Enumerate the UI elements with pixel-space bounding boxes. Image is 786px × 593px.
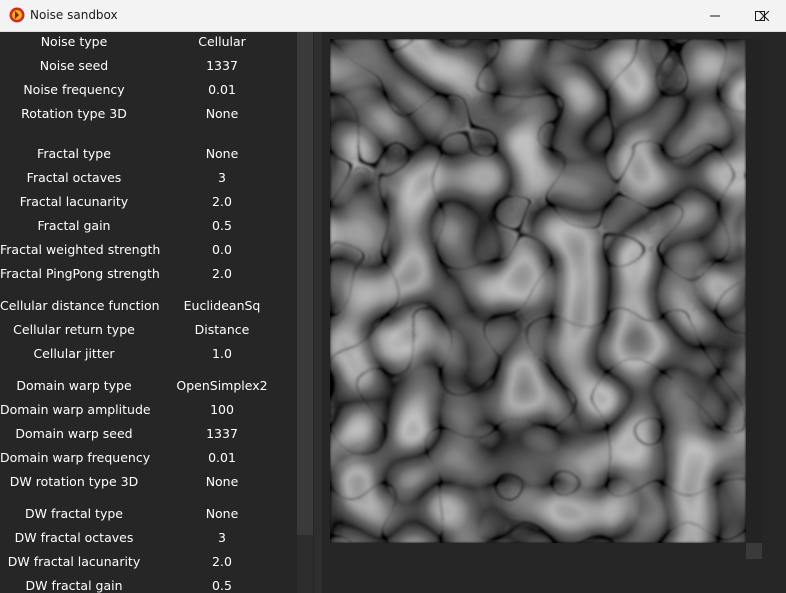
property-value[interactable]: 1337 xyxy=(148,54,296,78)
app-window: Noise sandbox Noise type Cellular Noise … xyxy=(0,0,786,593)
property-value[interactable]: Cellular xyxy=(148,32,296,54)
property-value[interactable]: 3 xyxy=(148,166,296,190)
property-row-fractal-pingpong-strength[interactable]: Fractal PingPong strength 2.0 xyxy=(0,262,297,286)
property-label: Fractal octaves xyxy=(26,170,122,185)
property-label: Rotation type 3D xyxy=(21,106,127,121)
property-label: DW fractal type xyxy=(25,506,123,521)
property-row-fractal-weighted-strength[interactable]: Fractal weighted strength 0.0 xyxy=(0,238,297,262)
property-value[interactable]: EuclideanSq xyxy=(148,294,296,318)
property-value[interactable]: 2.0 xyxy=(148,550,296,574)
noise-preview-image[interactable] xyxy=(330,39,746,543)
preview-scrollbar[interactable] xyxy=(746,39,762,543)
property-label: Cellular jitter xyxy=(33,346,115,361)
property-value[interactable]: 0.5 xyxy=(148,214,296,238)
property-row-domain-warp-type[interactable]: Domain warp type OpenSimplex2 xyxy=(0,374,297,398)
property-label: Fractal lacunarity xyxy=(19,194,129,209)
property-value[interactable]: None xyxy=(148,142,296,166)
property-label: DW rotation type 3D xyxy=(9,474,139,489)
property-label: Cellular return type xyxy=(13,322,135,337)
property-row-fractal-gain[interactable]: Fractal gain 0.5 xyxy=(0,214,297,238)
noise-texture xyxy=(330,39,746,543)
property-row-cellular-return-type[interactable]: Cellular return type Distance xyxy=(0,318,297,342)
property-value[interactable]: 2.0 xyxy=(148,262,296,286)
window-title: Noise sandbox xyxy=(30,8,118,22)
property-label: Fractal PingPong strength xyxy=(0,266,160,281)
property-value[interactable]: 0.5 xyxy=(148,574,296,593)
property-label: DW fractal lacunarity xyxy=(7,554,141,569)
property-row-noise-frequency[interactable]: Noise frequency 0.01 xyxy=(0,78,297,102)
close-button[interactable] xyxy=(742,0,786,31)
property-label: Domain warp frequency xyxy=(0,450,151,465)
noise-preview-area xyxy=(322,32,786,593)
property-value[interactable]: 1337 xyxy=(148,422,296,446)
property-value[interactable]: OpenSimplex2 xyxy=(148,374,296,398)
property-label: Domain warp amplitude xyxy=(0,402,151,417)
property-value[interactable]: 1.0 xyxy=(148,342,296,366)
panel-scrollbar-thumb[interactable] xyxy=(297,32,313,535)
property-value[interactable]: None xyxy=(148,102,296,126)
property-label: Domain warp type xyxy=(16,378,132,393)
title-bar[interactable]: Noise sandbox xyxy=(0,0,786,32)
property-row-cellular-distance-function[interactable]: Cellular distance function EuclideanSq xyxy=(0,294,297,318)
property-row-domain-warp-seed[interactable]: Domain warp seed 1337 xyxy=(0,422,297,446)
scroll-corner xyxy=(746,543,762,559)
property-row-dw-rotation-type-3d[interactable]: DW rotation type 3D None xyxy=(0,470,297,494)
property-label: Cellular distance function xyxy=(0,298,160,313)
property-row-noise-seed[interactable]: Noise seed 1337 xyxy=(0,54,297,78)
property-value[interactable]: 100 xyxy=(148,398,296,422)
property-value[interactable]: 2.0 xyxy=(148,190,296,214)
property-label: Fractal gain xyxy=(37,218,111,233)
property-value[interactable]: 0.01 xyxy=(148,78,296,102)
property-row-noise-type[interactable]: Noise type Cellular xyxy=(0,32,297,54)
property-row-fractal-octaves[interactable]: Fractal octaves 3 xyxy=(0,166,297,190)
property-value[interactable]: Distance xyxy=(148,318,296,342)
panel-scrollbar[interactable] xyxy=(297,32,313,593)
property-label: DW fractal gain xyxy=(25,578,123,593)
splitter[interactable] xyxy=(314,32,322,593)
property-value[interactable]: None xyxy=(148,502,296,526)
property-label: Fractal weighted strength xyxy=(0,242,161,257)
property-row-dw-fractal-type[interactable]: DW fractal type None xyxy=(0,502,297,526)
property-row-domain-warp-amplitude[interactable]: Domain warp amplitude 100 xyxy=(0,398,297,422)
property-value[interactable]: None xyxy=(148,470,296,494)
property-row-dw-fractal-octaves[interactable]: DW fractal octaves 3 xyxy=(0,526,297,550)
property-row-rotation-type-3d[interactable]: Rotation type 3D None xyxy=(0,102,297,126)
settings-panel: Noise type Cellular Noise seed 1337 Nois… xyxy=(0,32,297,593)
property-label: Domain warp seed xyxy=(15,426,133,441)
property-row-cellular-jitter[interactable]: Cellular jitter 1.0 xyxy=(0,342,297,366)
property-value[interactable]: 0.0 xyxy=(148,238,296,262)
close-icon xyxy=(759,10,769,21)
property-label: Noise seed xyxy=(39,58,109,73)
property-value[interactable]: 0.01 xyxy=(148,446,296,470)
property-value[interactable]: 3 xyxy=(148,526,296,550)
property-row-dw-fractal-lacunarity[interactable]: DW fractal lacunarity 2.0 xyxy=(0,550,297,574)
property-row-domain-warp-frequency[interactable]: Domain warp frequency 0.01 xyxy=(0,446,297,470)
property-label: DW fractal octaves xyxy=(14,530,134,545)
property-row-dw-fractal-gain[interactable]: DW fractal gain 0.5 xyxy=(0,574,297,593)
property-label: Fractal type xyxy=(37,146,111,161)
property-row-fractal-type[interactable]: Fractal type None xyxy=(0,142,297,166)
property-label: Noise frequency xyxy=(23,82,125,97)
minimize-button-hit xyxy=(693,0,737,31)
property-label: Noise type xyxy=(40,34,108,49)
app-logo-icon xyxy=(9,7,25,23)
property-row-fractal-lacunarity[interactable]: Fractal lacunarity 2.0 xyxy=(0,190,297,214)
